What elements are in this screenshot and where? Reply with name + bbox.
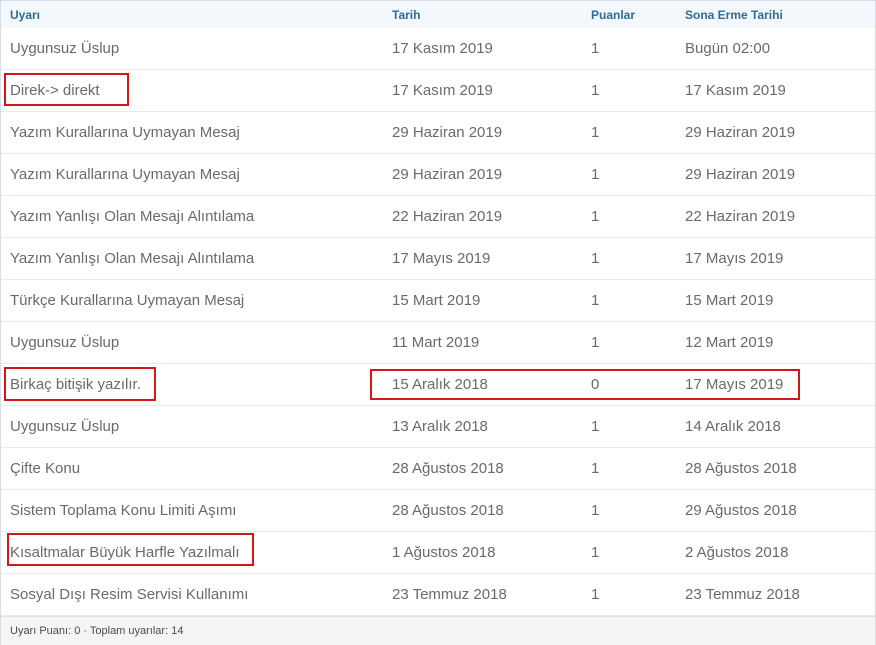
warning-points: 0 [591,376,600,393]
column-header-tarih[interactable]: Tarih [392,8,420,22]
warning-expiry: 14 Aralık 2018 [685,418,781,435]
table-row[interactable]: Yazım Yanlışı Olan Mesajı Alıntılama 17 M… [1,238,875,280]
warning-date: 17 Mayıs 2019 [392,250,491,267]
warning-expiry: 17 Mayıs 2019 [685,376,784,393]
warning-expiry: 22 Haziran 2019 [685,208,796,225]
table-row[interactable]: Kısaltmalar Büyük Harfle Yazılmalı 1 Ağus… [1,532,875,574]
warning-points: 1 [591,418,600,435]
table-row[interactable]: Direk-> direkt 17 Kasım 2019 1 17 Kasım 201… [1,70,875,112]
table-row[interactable]: Birkaç bitişik yazılır. 15 Aralık 2018 0 17… [1,364,875,406]
table-row[interactable]: Sistem Toplama Konu Limiti Aşımı 28 Ağust… [1,490,875,532]
warning-points: 1 [591,460,600,477]
warning-reason[interactable]: Sistem Toplama Konu Limiti Aşımı [10,502,236,519]
warning-date: 29 Haziran 2019 [392,166,503,183]
column-header-puanlar[interactable]: Puanlar [591,8,635,22]
table-row[interactable]: Uygunsuz Üslup 17 Kasım 2019 1 Bugün 02:00 [1,28,875,70]
warning-expiry: 17 Mayıs 2019 [685,250,784,267]
warning-reason[interactable]: Çifte Konu [10,460,80,477]
table-row[interactable]: Türkçe Kurallarına Uymayan Mesaj 15 Mart … [1,280,875,322]
warning-reason[interactable]: Yazım Kurallarına Uymayan Mesaj [10,124,240,141]
warning-reason[interactable]: Birkaç bitişik yazılır. [10,376,141,393]
warning-expiry: 15 Mart 2019 [685,292,774,309]
warning-date: 15 Aralık 2018 [392,376,488,393]
warning-expiry: 23 Temmuz 2018 [685,586,800,603]
warning-date: 11 Mart 2019 [392,334,480,351]
warning-reason[interactable]: Yazım Yanlışı Olan Mesajı Alıntılama [10,250,254,267]
table-row[interactable]: Uygunsuz Üslup 11 Mart 2019 1 12 Mart 2019 [1,322,875,364]
warning-points: 1 [591,82,600,99]
warning-date: 23 Temmuz 2018 [392,586,507,603]
warning-points: 1 [591,124,600,141]
table-row[interactable]: Sosyal Dışı Resim Servisi Kullanımı 23 Te… [1,574,875,616]
warning-expiry: 17 Kasım 2019 [685,82,786,99]
warning-date: 28 Ağustos 2018 [392,502,504,519]
warning-reason[interactable]: Uygunsuz Üslup [10,334,119,351]
warning-points: 1 [591,586,600,603]
footer-summary: Uyarı Puanı: 0 · Toplam uyarılar: 14 [10,625,184,637]
warning-expiry: 29 Haziran 2019 [685,166,796,183]
warning-date: 28 Ağustos 2018 [392,460,504,477]
warning-reason[interactable]: Türkçe Kurallarına Uymayan Mesaj [10,292,244,309]
warning-points: 1 [591,250,600,267]
warning-points: 1 [591,502,600,519]
table-header: Uyarı Tarih Puanlar Sona Erme Tarihi [1,1,875,29]
warning-reason[interactable]: Uygunsuz Üslup [10,40,119,57]
table-row[interactable]: Yazım Yanlışı Olan Mesajı Alıntılama 22 H… [1,196,875,238]
warning-reason[interactable]: Uygunsuz Üslup [10,418,119,435]
warnings-table: Uyarı Tarih Puanlar Sona Erme Tarihi Uyg… [0,0,876,645]
warning-points: 1 [591,166,600,183]
warning-reason[interactable]: Kısaltmalar Büyük Harfle Yazılmalı [10,544,240,561]
warning-points: 1 [591,40,600,57]
warning-date: 17 Kasım 2019 [392,40,493,57]
warning-expiry: 12 Mart 2019 [685,334,774,351]
warning-reason[interactable]: Direk-> direkt [10,82,100,99]
table-row[interactable]: Çifte Konu 28 Ağustos 2018 1 28 Ağustos 201… [1,448,875,490]
table-row[interactable]: Yazım Kurallarına Uymayan Mesaj 29 Hazira… [1,154,875,196]
warning-expiry: 2 Ağustos 2018 [685,544,789,561]
warning-reason[interactable]: Sosyal Dışı Resim Servisi Kullanımı [10,586,248,603]
column-header-uyari[interactable]: Uyarı [10,8,40,22]
warning-points: 1 [591,208,600,225]
warning-points: 1 [591,544,600,561]
column-header-sona-erme[interactable]: Sona Erme Tarihi [685,8,783,22]
table-footer: Uyarı Puanı: 0 · Toplam uyarılar: 14 [1,616,875,645]
warning-expiry: 29 Ağustos 2018 [685,502,797,519]
table-row[interactable]: Uygunsuz Üslup 13 Aralık 2018 1 14 Aralık 2… [1,406,875,448]
warning-date: 17 Kasım 2019 [392,82,493,99]
warning-reason[interactable]: Yazım Kurallarına Uymayan Mesaj [10,166,240,183]
warning-date: 29 Haziran 2019 [392,124,503,141]
warning-reason[interactable]: Yazım Yanlışı Olan Mesajı Alıntılama [10,208,254,225]
warning-date: 22 Haziran 2019 [392,208,503,225]
table-row[interactable]: Yazım Kurallarına Uymayan Mesaj 29 Hazira… [1,112,875,154]
warning-date: 13 Aralık 2018 [392,418,488,435]
warning-expiry: 28 Ağustos 2018 [685,460,797,477]
warning-expiry: 29 Haziran 2019 [685,124,796,141]
warning-points: 1 [591,292,600,309]
warning-points: 1 [591,334,600,351]
warning-date: 15 Mart 2019 [392,292,481,309]
warning-expiry: Bugün 02:00 [685,40,771,57]
warning-date: 1 Ağustos 2018 [392,544,496,561]
